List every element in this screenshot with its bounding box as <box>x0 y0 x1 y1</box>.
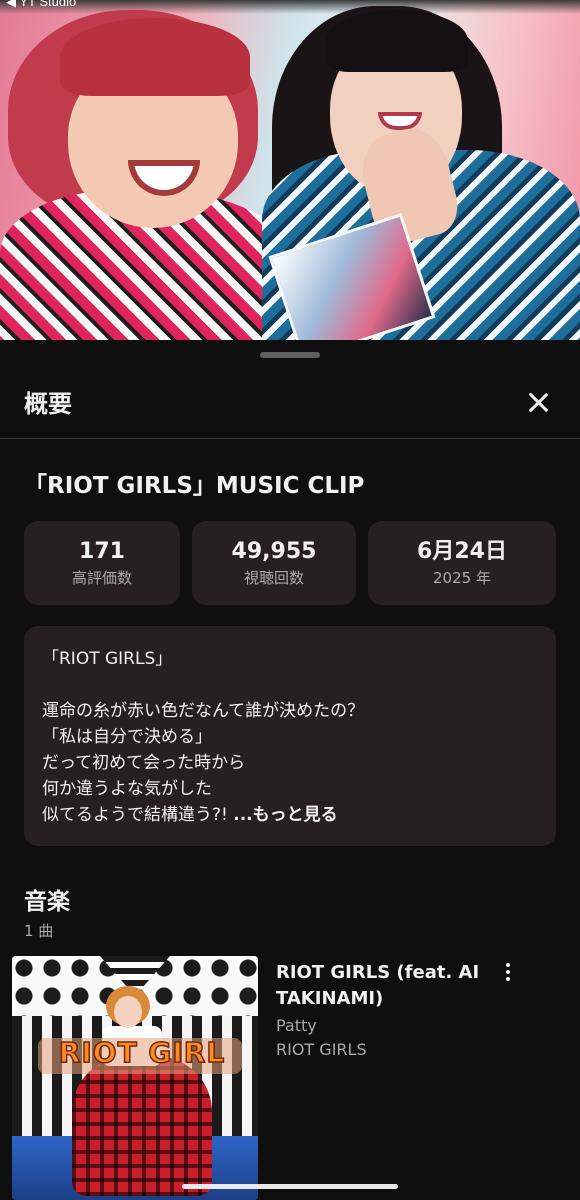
show-more-link[interactable]: ...もっと見る <box>233 805 337 825</box>
description-box[interactable]: 「RIOT GIRLS」 運命の糸が赤い色だなんて誰が決めたの？ 「私は自分で決… <box>24 626 556 846</box>
description-sheet: 概要 「RIOT GIRLS」MUSIC CLIP 171 高評価数 49,95… <box>0 340 580 1200</box>
person-left-bangs <box>60 18 250 96</box>
close-icon <box>527 391 549 413</box>
sheet-title: 概要 <box>24 390 72 418</box>
more-options-button[interactable] <box>496 960 520 984</box>
track-artist: Patty <box>276 1016 317 1035</box>
person-right-bangs <box>326 10 468 72</box>
art-figure-face <box>114 996 142 1028</box>
more-vert-icon <box>506 963 510 967</box>
views-stat: 49,955 視聴回数 <box>192 521 356 605</box>
music-track-count: 1 曲 <box>24 922 54 940</box>
back-to-studio-link[interactable]: ◀ YT Studio <box>6 0 76 10</box>
more-vert-icon-dot <box>506 977 510 981</box>
track-title: RIOT GIRLS (feat. AI TAKINAMI) <box>276 962 480 1009</box>
album-art[interactable]: RIOT GIRL <box>12 956 258 1200</box>
likes-count: 171 <box>79 539 125 564</box>
music-section-title: 音楽 <box>24 889 70 915</box>
drag-handle[interactable] <box>260 352 320 358</box>
views-label: 視聴回数 <box>243 569 304 587</box>
app-screen: ◀ YT Studio 概要 「RIOT GIRLS」MUSIC CLIP 17… <box>0 0 580 1200</box>
music-track-item[interactable]: RIOT GIRL RIOT GIRLS (feat. AI TAKINAMI)… <box>12 956 568 1200</box>
date-stat: 6月24日 2025 年 <box>368 521 556 605</box>
video-player[interactable]: ◀ YT Studio <box>0 0 580 340</box>
close-button[interactable] <box>520 384 556 420</box>
publish-date: 6月24日 <box>417 539 507 564</box>
stats-row: 171 高評価数 49,955 視聴回数 6月24日 2025 年 <box>24 521 556 605</box>
description-text: 「RIOT GIRLS」 運命の糸が赤い色だなんて誰が決めたの？ 「私は自分で決… <box>42 649 365 825</box>
art-logo: RIOT GIRL <box>58 1035 226 1070</box>
likes-stat: 171 高評価数 <box>24 521 180 605</box>
video-title: 「RIOT GIRLS」MUSIC CLIP <box>24 473 365 499</box>
track-album: RIOT GIRLS <box>276 1040 367 1059</box>
publish-year: 2025 年 <box>433 569 491 587</box>
art-figure-dress <box>72 1056 212 1196</box>
status-strip <box>0 0 580 14</box>
likes-label: 高評価数 <box>71 569 132 587</box>
views-count: 49,955 <box>231 539 317 564</box>
home-indicator[interactable] <box>182 1184 398 1189</box>
header-divider <box>0 438 580 439</box>
more-vert-icon-dot <box>506 970 510 974</box>
